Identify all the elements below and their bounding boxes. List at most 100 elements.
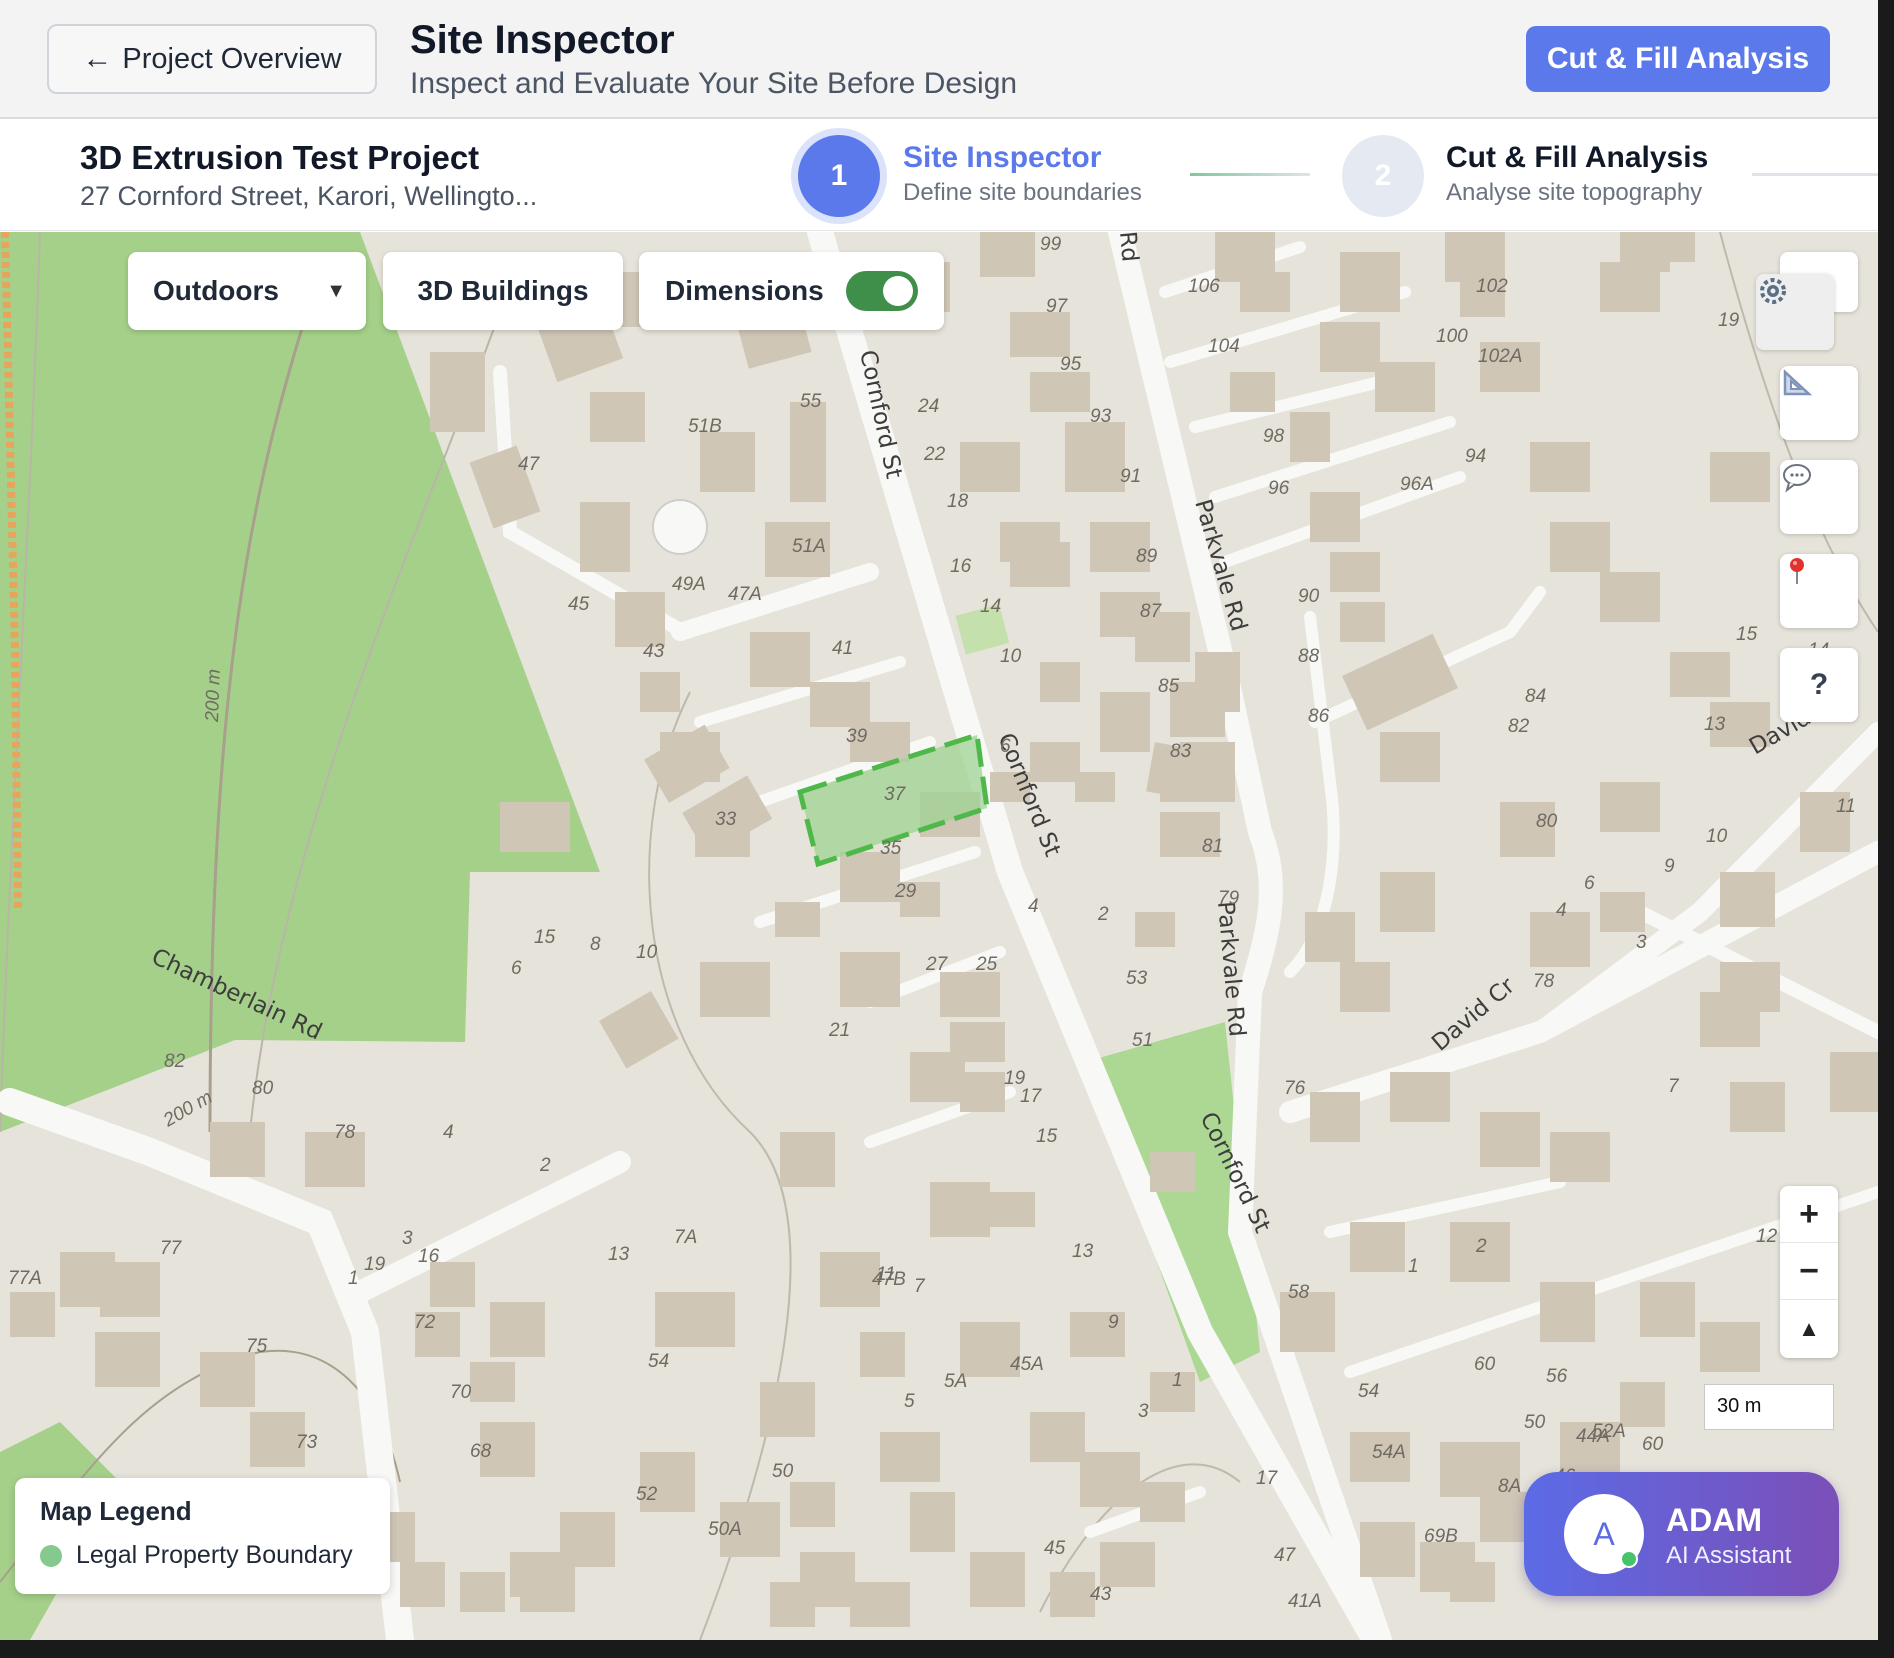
house-number-label: 45 <box>568 594 590 615</box>
map-legend: Map Legend Legal Property Boundary <box>15 1478 390 1594</box>
house-number-label: 24 <box>917 396 939 417</box>
building <box>990 1192 1035 1227</box>
building <box>599 991 679 1069</box>
building <box>1290 412 1330 462</box>
ai-assistant-button[interactable]: A ADAM AI Assistant <box>1524 1472 1839 1596</box>
building <box>100 1262 160 1317</box>
road-label-parkvale-lower: Parkvale Rd <box>1212 900 1250 1038</box>
building <box>430 1262 475 1307</box>
building <box>1700 992 1760 1047</box>
house-number-label: 13 <box>1072 1241 1094 1262</box>
house-number-label: 9 <box>1108 1312 1119 1333</box>
house-number-label: 90 <box>1298 586 1320 607</box>
zoom-in-button[interactable]: + <box>1780 1186 1838 1243</box>
house-number-label: 76 <box>1284 1078 1306 1099</box>
house-number-label: 50 <box>772 1461 794 1482</box>
building <box>1040 662 1080 702</box>
house-number-label: 54A <box>1372 1442 1406 1463</box>
toggle-knob <box>882 276 913 306</box>
pin-button[interactable] <box>1780 554 1858 628</box>
house-number-label: 16 <box>418 1246 440 1267</box>
house-number-label: 22 <box>923 444 946 465</box>
zoom-controls: + − ▲ <box>1780 1186 1838 1358</box>
house-number-label: 15 <box>1736 624 1758 645</box>
map-style-select[interactable]: Outdoors ▼ <box>128 252 366 330</box>
zoom-out-button[interactable]: − <box>1780 1243 1838 1300</box>
building <box>1540 1282 1595 1342</box>
house-number-label: 6 <box>1000 736 1011 757</box>
compass-button[interactable]: ▲ <box>1780 1300 1838 1357</box>
house-number-label: 60 <box>1474 1354 1496 1375</box>
house-number-label: 43 <box>1090 1584 1112 1605</box>
house-number-label: 43 <box>643 641 665 662</box>
contour-label-200m: 200 m <box>202 669 225 724</box>
building <box>640 672 680 712</box>
compass-icon: ▲ <box>1798 1315 1820 1341</box>
step-1-indicator[interactable]: 1 <box>798 135 880 217</box>
step-1-title[interactable]: Site Inspector <box>903 141 1101 175</box>
step-2-title[interactable]: Cut & Fill Analysis <box>1446 141 1708 175</box>
house-number-label: 69B <box>1424 1526 1458 1547</box>
building <box>1450 1562 1495 1602</box>
building <box>1600 782 1660 832</box>
house-number-label: 86 <box>1308 706 1330 727</box>
map-canvas[interactable]: Cornford St Cornford St Cornford St Park… <box>0 232 1878 1640</box>
house-number-label: 5A <box>944 1371 967 1392</box>
house-number-label: 33 <box>715 809 737 830</box>
house-number-label: 2 <box>1475 1236 1487 1257</box>
house-number-label: 68 <box>470 1441 492 1462</box>
house-number-label: 81 <box>1202 836 1223 857</box>
building <box>850 1582 910 1627</box>
cul-de-sac-circle <box>652 499 708 555</box>
house-number-label: 3 <box>1138 1401 1149 1422</box>
step-connector <box>1752 173 1878 176</box>
building <box>1000 522 1060 562</box>
settings-button[interactable] <box>1756 274 1834 350</box>
project-overview-button[interactable]: ← Project Overview <box>47 24 377 94</box>
house-number-label: 12 <box>1756 1226 1778 1247</box>
cut-fill-analysis-button[interactable]: Cut & Fill Analysis <box>1526 26 1830 92</box>
building <box>1600 892 1645 932</box>
building <box>1600 572 1660 622</box>
house-number-label: 47 <box>518 454 541 475</box>
comment-button[interactable] <box>1780 460 1858 534</box>
house-number-label: 7 <box>914 1276 926 1297</box>
house-number-label: 6 <box>1584 873 1595 894</box>
house-number-label: 5 <box>904 1391 915 1412</box>
3d-buildings-button[interactable]: 3D Buildings <box>383 252 623 330</box>
house-number-label: 15 <box>534 927 556 948</box>
house-number-label: 16 <box>950 556 972 577</box>
building <box>790 402 826 502</box>
building <box>580 502 630 572</box>
step-2-description: Analyse site topography <box>1446 179 1703 206</box>
building <box>1620 1382 1665 1427</box>
house-number-label: 51A <box>792 536 826 557</box>
building <box>810 682 870 727</box>
building <box>1342 633 1458 731</box>
building <box>1350 1222 1405 1272</box>
house-number-label: 82 <box>1508 716 1530 737</box>
building <box>1340 602 1385 642</box>
house-number-label: 54 <box>648 1351 669 1372</box>
help-button[interactable]: ? <box>1780 648 1858 722</box>
page-title: Site Inspector <box>410 18 675 62</box>
measure-button[interactable] <box>1780 366 1858 440</box>
building <box>560 1512 615 1567</box>
project-name: 3D Extrusion Test Project <box>80 139 480 176</box>
building <box>1030 742 1080 782</box>
step-2-indicator[interactable]: 2 <box>1342 135 1424 217</box>
house-number-label: 9 <box>1664 856 1675 877</box>
building <box>1135 912 1175 947</box>
house-number-label: 100 <box>1436 326 1468 347</box>
page-subtitle: Inspect and Evaluate Your Site Before De… <box>410 67 1018 100</box>
house-number-label: 50A <box>708 1519 742 1540</box>
building <box>1670 652 1730 697</box>
building <box>1480 1112 1540 1167</box>
house-number-label: 35 <box>880 838 902 859</box>
house-number-label: 85 <box>1158 676 1180 697</box>
dimensions-toggle[interactable] <box>845 271 918 311</box>
house-number-label: 8 <box>590 934 601 955</box>
step-1-description: Define site boundaries <box>903 179 1142 206</box>
house-number-label: 19 <box>364 1254 386 1275</box>
road-label-top: Rd <box>1114 232 1143 263</box>
